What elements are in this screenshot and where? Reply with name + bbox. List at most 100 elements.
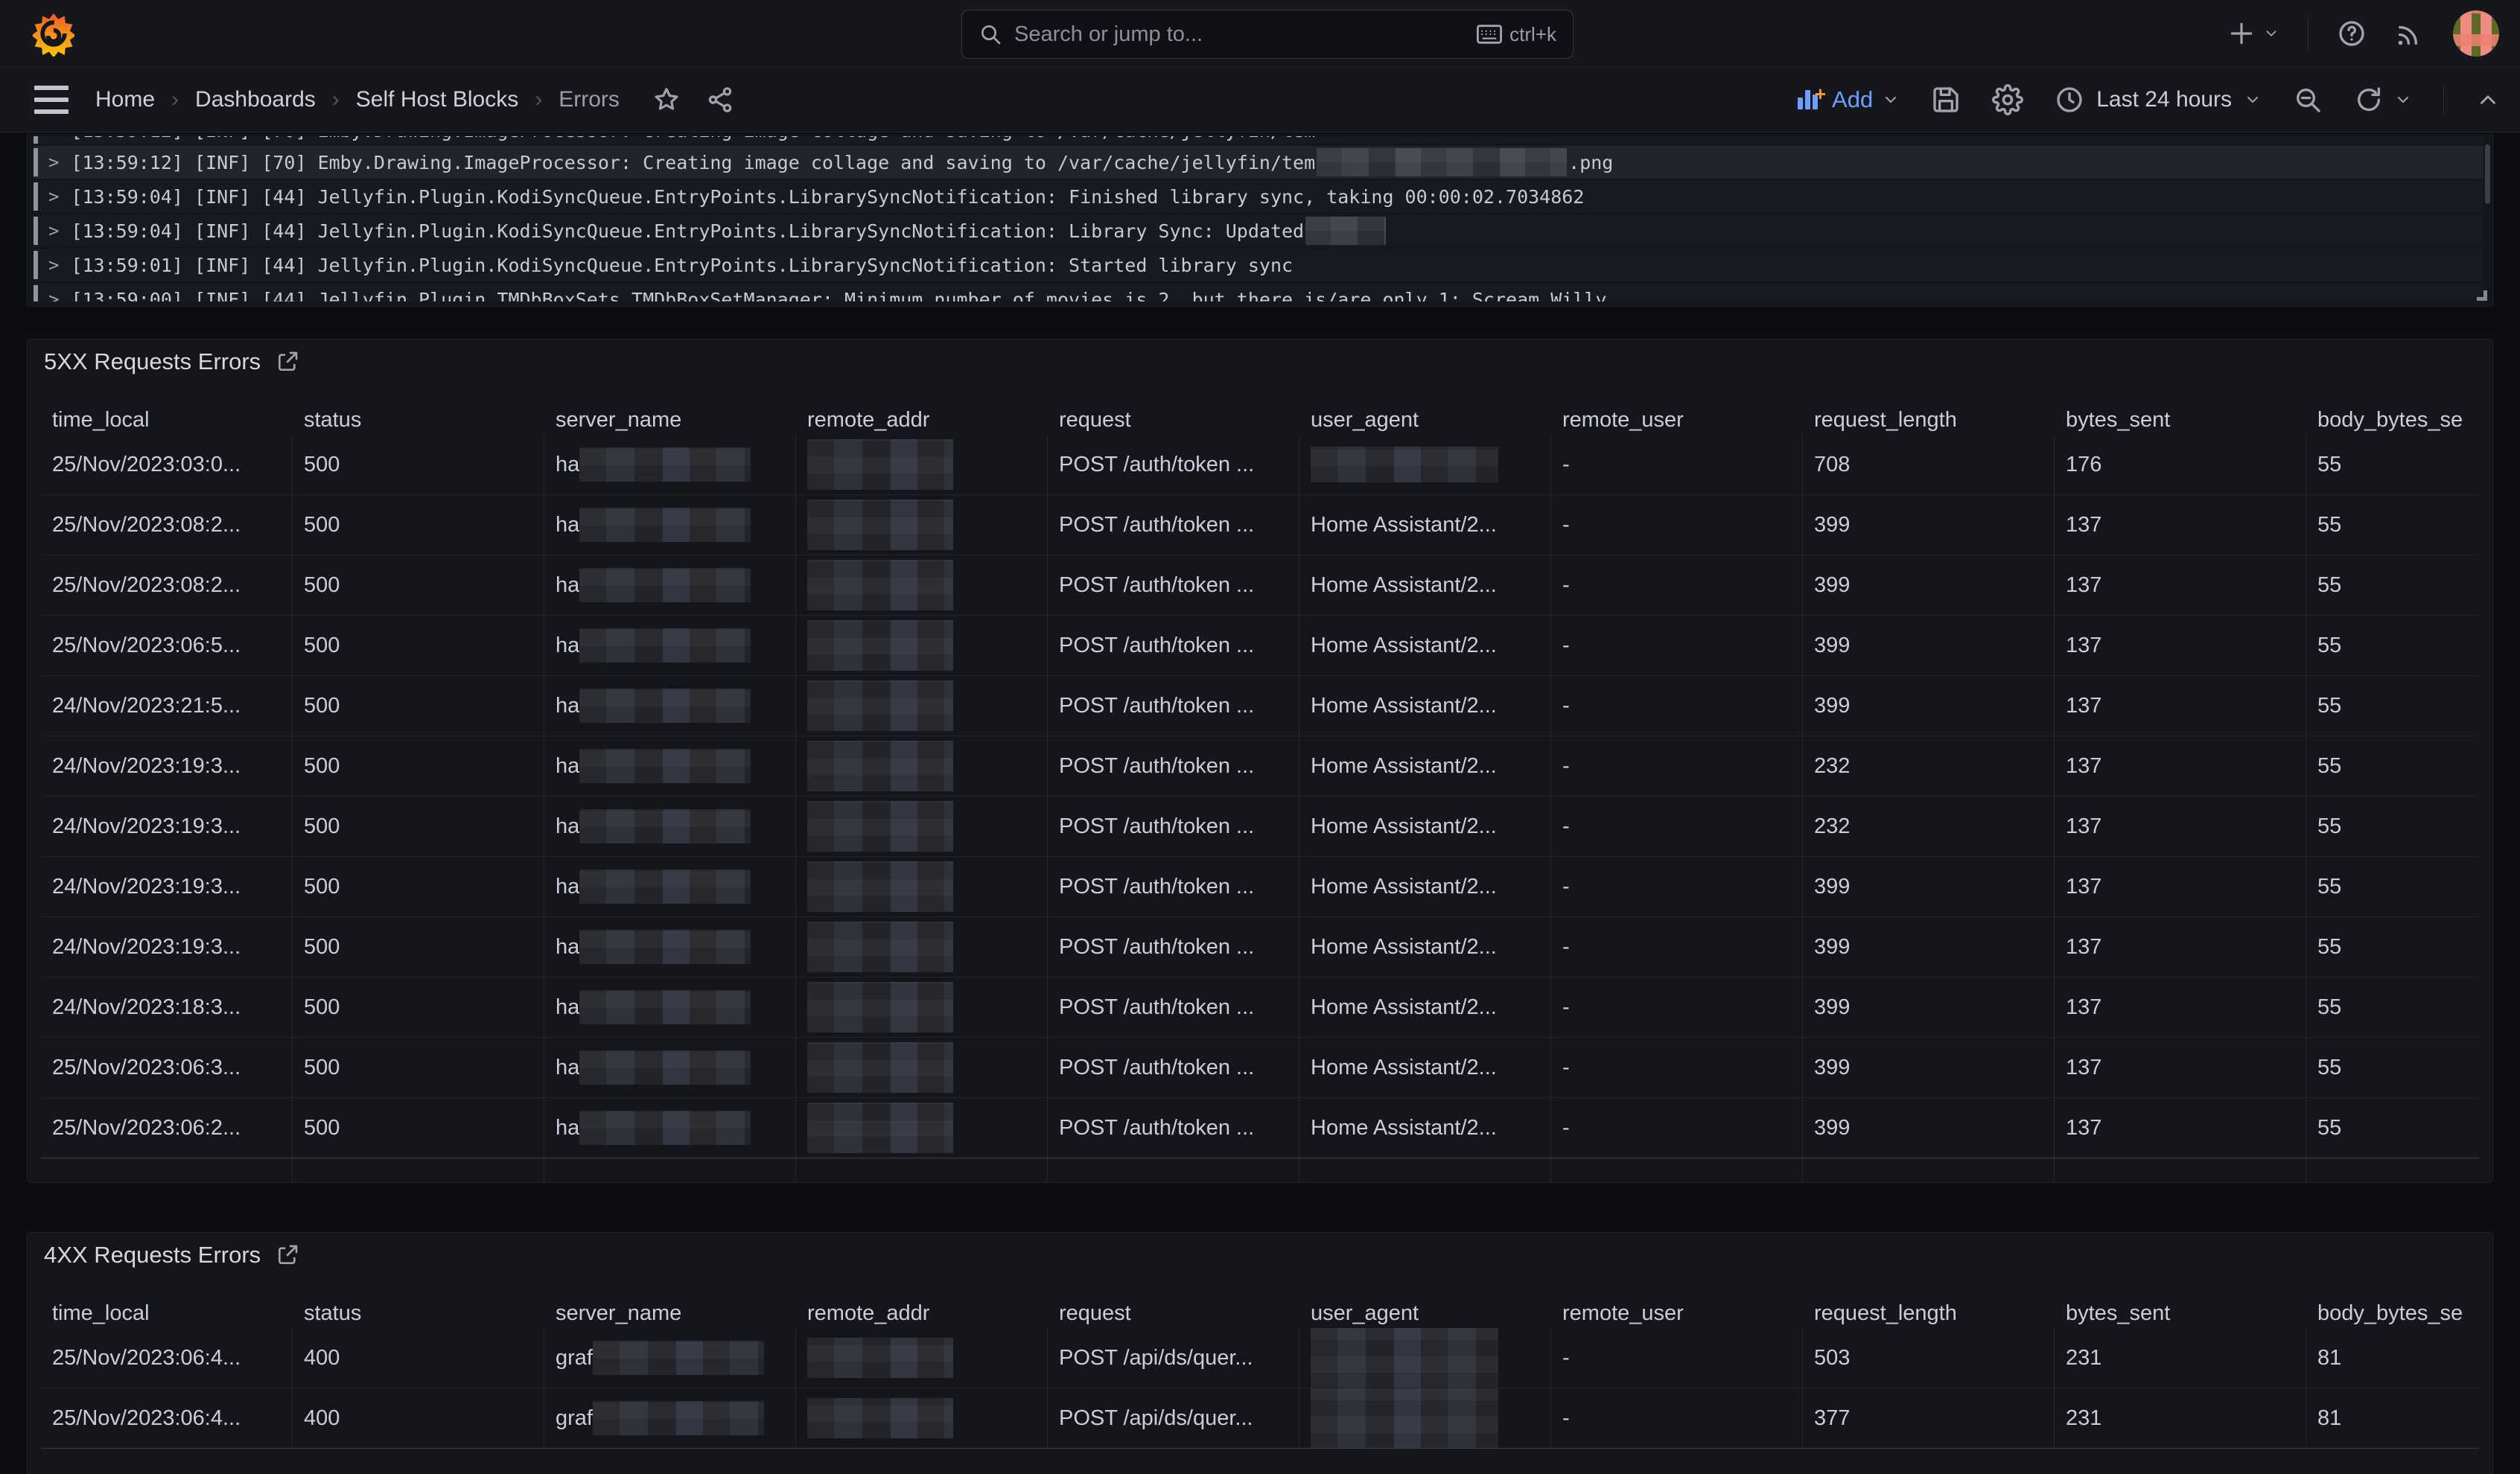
- table-cell: [796, 555, 1048, 615]
- table-cell: 25/Nov/2023:06:3...: [41, 1038, 293, 1097]
- breadcrumb-separator: ›: [171, 87, 179, 112]
- help-button[interactable]: [2337, 19, 2367, 48]
- favorite-star-icon[interactable]: [652, 86, 681, 114]
- table-row: 25/Nov/2023:08:2...500haPOST /auth/token…: [41, 495, 2479, 555]
- top-nav: Search or jump to... ctrl+k: [0, 0, 2520, 67]
- table-cell: 55: [2306, 676, 2479, 736]
- add-panel-icon: +: [1798, 89, 1823, 111]
- column-header[interactable]: bytes_sent: [2055, 405, 2306, 435]
- table-cell: 55: [2306, 555, 2479, 615]
- breadcrumb-dashboards[interactable]: Dashboards: [195, 87, 316, 112]
- table-cell: POST /auth/token ...: [1048, 1038, 1299, 1097]
- log-expand-icon[interactable]: >: [48, 152, 59, 173]
- redacted-value: [807, 922, 953, 972]
- new-button[interactable]: [2227, 19, 2279, 48]
- menu-toggle-icon[interactable]: [34, 86, 69, 114]
- redacted-value: [579, 990, 751, 1024]
- share-icon[interactable]: [706, 86, 734, 114]
- redacted-value: [807, 1103, 953, 1153]
- table-cell: Home Assistant/2...: [1299, 977, 1551, 1037]
- breadcrumb-home[interactable]: Home: [95, 87, 155, 112]
- external-link-icon[interactable]: [276, 1243, 299, 1267]
- collapse-toolbar-button[interactable]: [2475, 87, 2501, 112]
- column-header[interactable]: user_agent: [1299, 405, 1551, 435]
- table-cell: Home Assistant/2...: [1299, 917, 1551, 977]
- column-header[interactable]: request: [1048, 405, 1299, 435]
- logs-scrollbar[interactable]: [2485, 144, 2490, 204]
- redacted-value: [579, 930, 751, 964]
- table-cell: [796, 917, 1048, 977]
- grafana-logo[interactable]: [33, 10, 74, 57]
- refresh-button[interactable]: [2354, 85, 2412, 115]
- column-header[interactable]: remote_addr: [796, 405, 1048, 435]
- panel-resize-grip[interactable]: [2477, 290, 2487, 301]
- column-header[interactable]: remote_user: [1551, 1298, 1803, 1328]
- table-cell: [293, 1158, 544, 1182]
- column-header[interactable]: bytes_sent: [2055, 1298, 2306, 1328]
- dashboard-settings-button[interactable]: [1992, 84, 2023, 115]
- table-cell: 500: [293, 977, 544, 1037]
- zoom-out-button[interactable]: [2293, 85, 2323, 115]
- redacted-value: [807, 801, 953, 852]
- log-expand-icon[interactable]: >: [48, 186, 59, 207]
- redacted-value: [807, 1338, 953, 1378]
- column-header[interactable]: server_name: [544, 405, 796, 435]
- column-header[interactable]: remote_addr: [796, 1298, 1048, 1328]
- table-cell: [796, 857, 1048, 916]
- column-header[interactable]: request_length: [1803, 1298, 2055, 1328]
- grafana-dashboard: { "topnav": { "search_placeholder": "Sea…: [0, 0, 2520, 1444]
- table-cell: Home Assistant/2...: [1299, 495, 1551, 555]
- time-range-picker[interactable]: Last 24 hours: [2055, 85, 2262, 115]
- log-expand-icon[interactable]: >: [48, 136, 59, 141]
- table-cell: 81: [2306, 1328, 2479, 1388]
- redacted-value: [1311, 1328, 1498, 1388]
- column-header[interactable]: status: [293, 1298, 544, 1328]
- table-cell: [41, 1158, 293, 1182]
- log-message: [13:59:00] [INF] [44] Jellyfin.Plugin.TM…: [71, 289, 1640, 302]
- column-header[interactable]: server_name: [544, 1298, 796, 1328]
- table-cell: ha: [544, 555, 796, 615]
- table-cell: 55: [2306, 736, 2479, 796]
- table-cell: 55: [2306, 977, 2479, 1037]
- search-input[interactable]: Search or jump to... ctrl+k: [961, 10, 1574, 59]
- external-link-icon[interactable]: [276, 350, 299, 374]
- table-cell: POST /auth/token ...: [1048, 977, 1299, 1037]
- news-icon[interactable]: [2395, 19, 2425, 48]
- log-expand-icon[interactable]: >: [48, 289, 59, 302]
- column-header[interactable]: request: [1048, 1298, 1299, 1328]
- table-cell: 55: [2306, 797, 2479, 856]
- column-header[interactable]: body_bytes_se: [2306, 1298, 2479, 1328]
- table-cell: [544, 1158, 796, 1182]
- table-cell: POST /auth/token ...: [1048, 495, 1299, 555]
- table-cell: Home Assistant/2...: [1299, 616, 1551, 675]
- column-header[interactable]: request_length: [1803, 405, 2055, 435]
- table-cell: 176: [2055, 435, 2306, 494]
- column-header[interactable]: time_local: [41, 1298, 293, 1328]
- table-cell: [1299, 1328, 1551, 1388]
- log-expand-icon[interactable]: >: [48, 220, 59, 241]
- breadcrumb: Home › Dashboards › Self Host Blocks › E…: [95, 67, 734, 133]
- column-header[interactable]: time_local: [41, 405, 293, 435]
- table-cell: POST /auth/token ...: [1048, 435, 1299, 494]
- redacted-value: [1311, 1388, 1498, 1448]
- table-cell: ha: [544, 857, 796, 916]
- add-panel-button[interactable]: + Add: [1798, 86, 1900, 113]
- table-cell: 25/Nov/2023:06:4...: [41, 1388, 293, 1448]
- column-header[interactable]: user_agent: [1299, 1298, 1551, 1328]
- table-cell: 25/Nov/2023:06:5...: [41, 616, 293, 675]
- table-5xx: time_localstatusserver_nameremote_addrre…: [41, 405, 2479, 1182]
- table-cell: ha: [544, 977, 796, 1037]
- redacted-value: [807, 500, 953, 550]
- table-cell: ha: [544, 797, 796, 856]
- column-header[interactable]: status: [293, 405, 544, 435]
- column-header[interactable]: body_bytes_se: [2306, 405, 2479, 435]
- table-cell: 55: [2306, 1098, 2479, 1158]
- table-cell: 500: [293, 1098, 544, 1158]
- avatar[interactable]: [2453, 10, 2499, 57]
- save-dashboard-button[interactable]: [1931, 85, 1961, 115]
- table-cell: 231: [2055, 1328, 2306, 1388]
- log-expand-icon[interactable]: >: [48, 255, 59, 275]
- column-header[interactable]: remote_user: [1551, 405, 1803, 435]
- breadcrumb-folder[interactable]: Self Host Blocks: [356, 87, 518, 112]
- table-cell: 500: [293, 495, 544, 555]
